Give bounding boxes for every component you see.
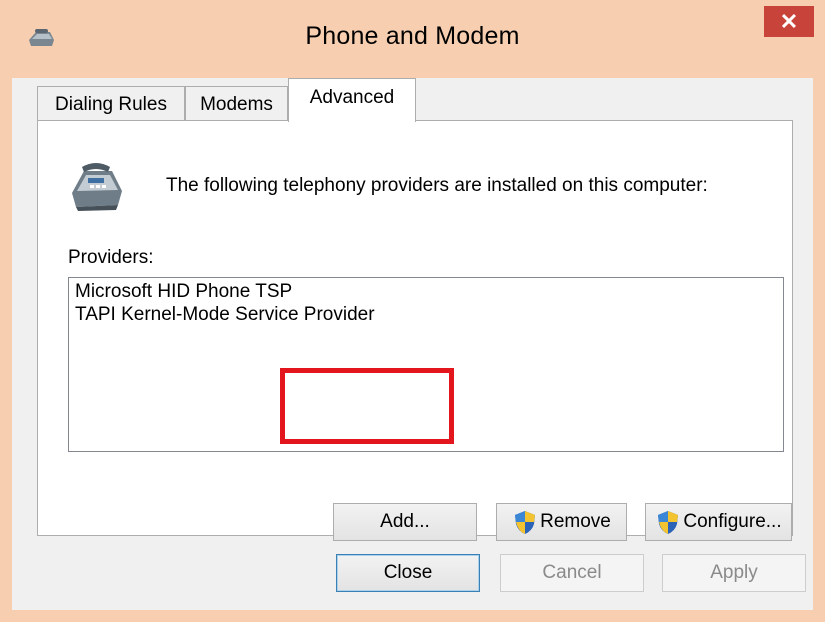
- apply-button-label: Apply: [710, 562, 758, 583]
- close-button[interactable]: Close: [336, 554, 480, 592]
- tab-label: Dialing Rules: [55, 94, 167, 115]
- tab-modems[interactable]: Modems: [185, 86, 288, 123]
- tab-label: Advanced: [309, 87, 395, 108]
- tab-label: Modems: [200, 94, 273, 115]
- remove-button[interactable]: Remove: [496, 503, 627, 541]
- apply-button[interactable]: Apply: [662, 554, 806, 592]
- configure-button-label: Configure...: [683, 511, 782, 532]
- telephone-icon: [72, 163, 122, 211]
- close-icon: ✕: [779, 8, 799, 34]
- remove-button-label: Remove: [540, 511, 611, 532]
- uac-shield-icon: [515, 511, 536, 534]
- dialog-client-area: Dialing Rules Modems Advanced The follow…: [12, 78, 813, 610]
- tab-dialing-rules[interactable]: Dialing Rules: [37, 86, 185, 123]
- tab-advanced[interactable]: Advanced: [288, 78, 416, 122]
- intro-text: The following telephony providers are in…: [166, 175, 708, 196]
- add-button[interactable]: Add...: [333, 503, 477, 541]
- phone-and-modem-window: Phone and Modem ✕ Dialing Rules Modems A…: [0, 0, 825, 622]
- close-window-button[interactable]: ✕: [764, 6, 814, 37]
- add-button-label: Add...: [380, 511, 430, 532]
- configure-button[interactable]: Configure...: [645, 503, 792, 541]
- providers-label: Providers:: [68, 247, 154, 268]
- providers-listbox[interactable]: Microsoft HID Phone TSP TAPI Kernel-Mode…: [68, 277, 784, 452]
- list-item[interactable]: TAPI Kernel-Mode Service Provider: [75, 304, 375, 326]
- cancel-button[interactable]: Cancel: [500, 554, 644, 592]
- title-bar[interactable]: Phone and Modem ✕: [0, 0, 825, 78]
- cancel-button-label: Cancel: [542, 562, 602, 583]
- close-button-label: Close: [383, 562, 433, 583]
- window-title: Phone and Modem: [305, 22, 520, 50]
- list-item[interactable]: Microsoft HID Phone TSP: [75, 281, 292, 303]
- advanced-tab-panel: The following telephony providers are in…: [37, 120, 793, 541]
- uac-shield-icon: [658, 511, 679, 534]
